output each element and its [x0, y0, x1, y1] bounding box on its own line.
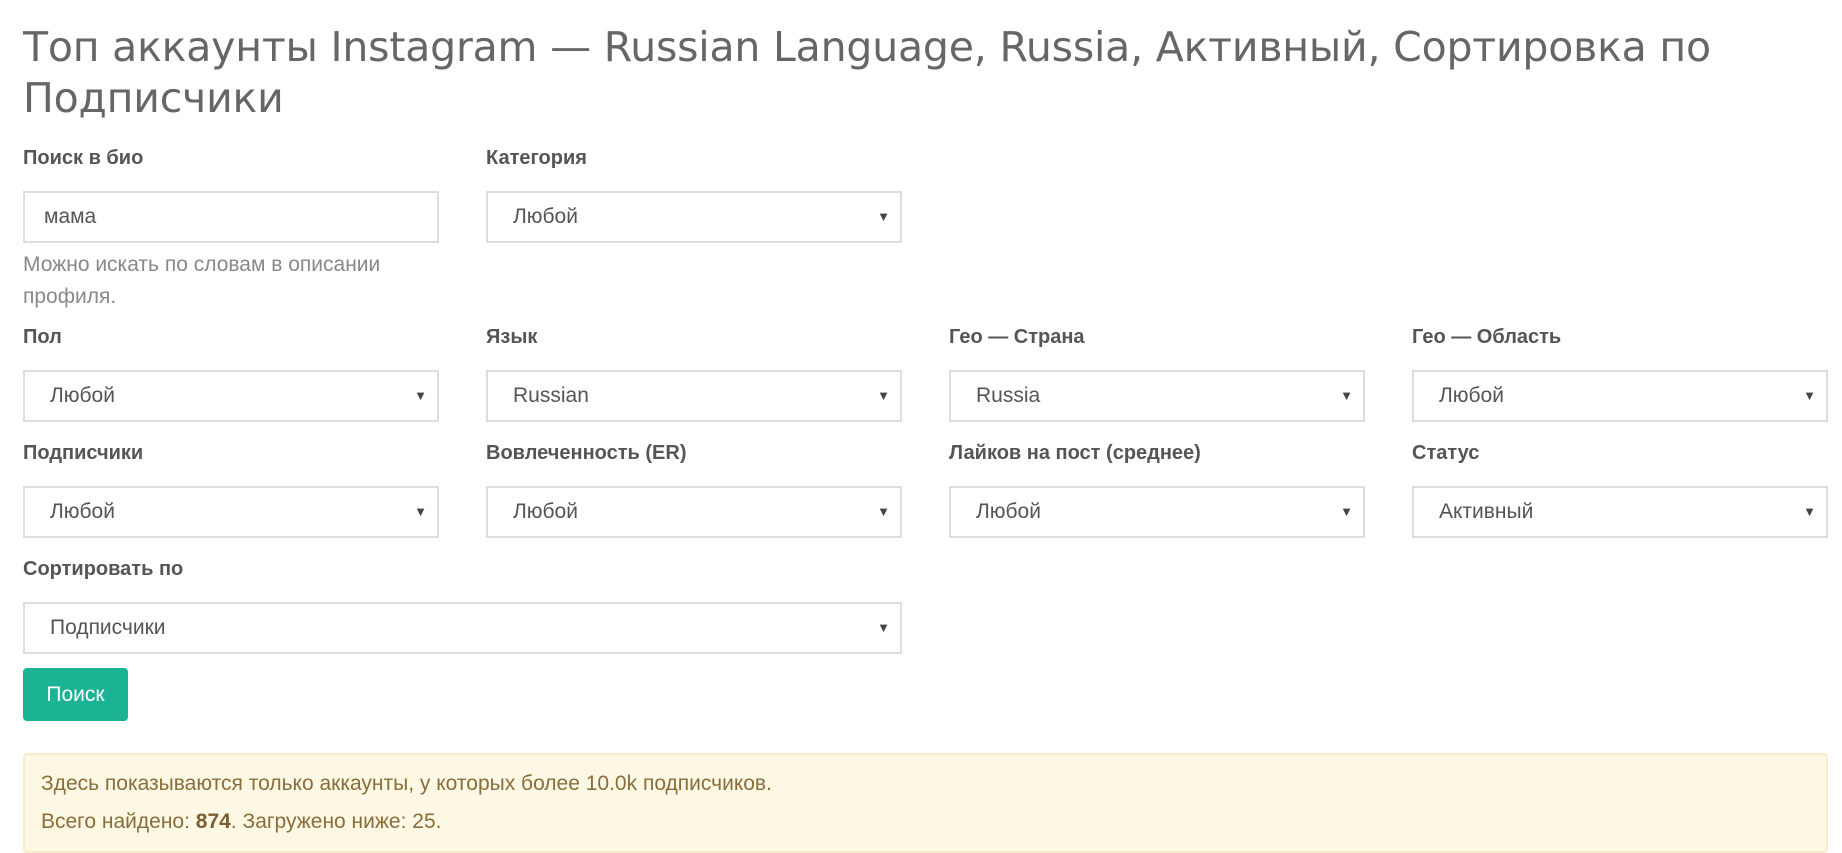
chevron-down-icon: ▼	[877, 504, 890, 519]
language-select[interactable]: Russian ▼	[486, 370, 902, 422]
gender-field: Пол Любой ▼	[23, 324, 439, 422]
chevron-down-icon: ▼	[877, 209, 890, 224]
geo-country-field: Гео — Страна Russia ▼	[949, 324, 1365, 422]
likes-per-post-select-value: Любой	[976, 500, 1041, 523]
category-select[interactable]: Любой ▼	[486, 191, 902, 243]
status-field: Статус Активный ▼	[1412, 440, 1828, 538]
chevron-down-icon: ▼	[414, 388, 427, 403]
bio-search-label: Поиск в био	[23, 147, 144, 169]
language-label: Язык	[486, 326, 538, 348]
sort-by-select-value: Подписчики	[50, 616, 166, 639]
sort-by-label: Сортировать по	[23, 558, 184, 580]
gender-label: Пол	[23, 326, 62, 348]
geo-country-select-value: Russia	[976, 384, 1041, 407]
chevron-down-icon: ▼	[1803, 504, 1816, 519]
engagement-select[interactable]: Любой ▼	[486, 486, 902, 538]
engagement-label: Вовлеченность (ER)	[486, 442, 687, 464]
followers-select-value: Любой	[50, 500, 115, 523]
chevron-down-icon: ▼	[877, 620, 890, 635]
geo-country-select[interactable]: Russia ▼	[949, 370, 1365, 422]
followers-select[interactable]: Любой ▼	[23, 486, 439, 538]
status-select[interactable]: Активный ▼	[1412, 486, 1828, 538]
chevron-down-icon: ▼	[1340, 388, 1353, 403]
status-label: Статус	[1412, 442, 1480, 464]
category-label: Категория	[486, 147, 587, 169]
total-found-count: 874	[195, 810, 231, 833]
page-title: Топ аккаунты Instagram — Russian Languag…	[23, 23, 1711, 122]
sort-by-select[interactable]: Подписчики ▼	[23, 602, 902, 654]
geo-region-field: Гео — Область Любой ▼	[1412, 324, 1828, 422]
category-select-value: Любой	[513, 205, 578, 228]
likes-per-post-field: Лайков на пост (среднее) Любой ▼	[949, 440, 1365, 538]
results-notice: Здесь показываются только аккаунты, у ко…	[23, 753, 1828, 853]
engagement-select-value: Любой	[513, 500, 578, 523]
total-found-label: Всего найдено:	[41, 810, 196, 833]
status-select-value: Активный	[1439, 500, 1534, 523]
bio-search-field: Поиск в био Можно искать по словам в опи…	[23, 145, 439, 313]
loaded-count-text: . Загружено ниже: 25.	[230, 810, 442, 833]
category-field: Категория Любой ▼	[486, 145, 902, 243]
geo-region-select[interactable]: Любой ▼	[1412, 370, 1828, 422]
language-field: Язык Russian ▼	[486, 324, 902, 422]
engagement-field: Вовлеченность (ER) Любой ▼	[486, 440, 902, 538]
sort-by-field: Сортировать по Подписчики ▼	[23, 556, 902, 654]
bio-search-input[interactable]	[23, 191, 439, 243]
followers-field: Подписчики Любой ▼	[23, 440, 439, 538]
geo-region-label: Гео — Область	[1412, 326, 1562, 348]
notice-results-summary: Всего найдено: 874. Загружено ниже: 25.	[41, 803, 1810, 841]
chevron-down-icon: ▼	[877, 388, 890, 403]
bio-search-help: Можно искать по словам в описании профил…	[23, 253, 381, 308]
likes-per-post-label: Лайков на пост (среднее)	[949, 442, 1201, 464]
language-select-value: Russian	[513, 384, 589, 407]
followers-label: Подписчики	[23, 442, 144, 464]
gender-select-value: Любой	[50, 384, 115, 407]
likes-per-post-select[interactable]: Любой ▼	[949, 486, 1365, 538]
gender-select[interactable]: Любой ▼	[23, 370, 439, 422]
chevron-down-icon: ▼	[1340, 504, 1353, 519]
chevron-down-icon: ▼	[414, 504, 427, 519]
geo-region-select-value: Любой	[1439, 384, 1504, 407]
search-button[interactable]: Поиск	[23, 668, 128, 721]
notice-followers-info: Здесь показываются только аккаунты, у ко…	[41, 772, 772, 795]
geo-country-label: Гео — Страна	[949, 326, 1085, 348]
chevron-down-icon: ▼	[1803, 388, 1816, 403]
